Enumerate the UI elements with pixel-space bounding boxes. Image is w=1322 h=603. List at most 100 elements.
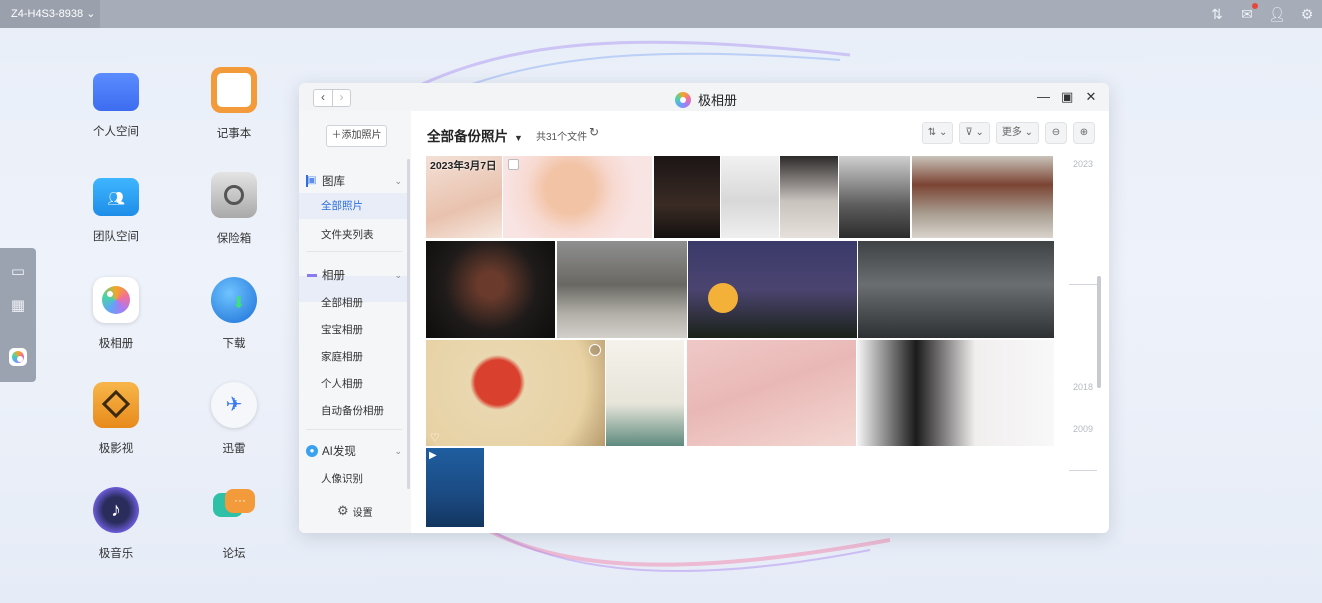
zoom-out-icon[interactable]: ⊖ — [1045, 122, 1067, 144]
app-safe[interactable]: 保险箱 — [194, 172, 274, 246]
photo-thumbnail[interactable] — [858, 241, 1054, 338]
app-music[interactable]: ♪ 极音乐 — [76, 487, 156, 561]
apps-grid-icon[interactable]: ▦ — [8, 296, 28, 316]
notepad-icon — [211, 67, 257, 113]
sidebar-divider — [306, 429, 402, 430]
photo-grid: ♡ ▶ — [426, 156, 1054, 528]
section-ai[interactable]: ● AI发现 ⌄ — [306, 442, 406, 460]
album-title-dropdown[interactable]: 全部备份照片 ▼ — [427, 125, 523, 145]
video-icon — [93, 382, 139, 428]
app-download[interactable]: ⬇ 下载 — [194, 277, 274, 351]
app-forum[interactable]: ··· 论坛 — [194, 487, 274, 561]
app-thunder[interactable]: ✈ 迅雷 — [194, 382, 274, 456]
photo-thumbnail[interactable] — [606, 340, 684, 446]
sidebar-item-face-recognition[interactable]: 人像识别 — [321, 471, 363, 486]
app-label: 记事本 — [216, 128, 252, 140]
app-label: 迅雷 — [222, 443, 246, 455]
gear-icon[interactable]: ⚙ — [1298, 5, 1316, 23]
video-thumbnail[interactable]: ▶ — [426, 448, 484, 527]
photo-thumbnail[interactable] — [912, 156, 1053, 238]
app-video[interactable]: 极影视 — [76, 382, 156, 456]
photo-thumbnail[interactable] — [654, 156, 720, 238]
app-label: 保险箱 — [216, 233, 252, 245]
music-icon: ♪ — [93, 487, 139, 533]
device-name[interactable]: Z4-H4S3-8938 ⌄ — [0, 0, 100, 28]
team-folder-icon: 👥︎ — [93, 178, 139, 216]
select-date-checkbox[interactable] — [508, 159, 519, 170]
photo-thumbnail[interactable] — [503, 156, 652, 238]
timeline-marker — [1069, 470, 1097, 471]
app-team-space[interactable]: 👥︎ 团队空间 — [76, 172, 156, 244]
sidebar-item-baby-album[interactable]: 宝宝相册 — [321, 322, 363, 337]
mail-icon[interactable]: ✉ — [1238, 3, 1258, 23]
photo-thumbnail[interactable] — [780, 156, 838, 238]
photo-thumbnail[interactable] — [557, 241, 687, 338]
device-name-label: Z4-H4S3-8938 — [11, 8, 84, 20]
more-button[interactable]: 更多 ⌄ — [995, 122, 1039, 144]
sort-button[interactable]: ⇅ ⌄ — [921, 122, 954, 144]
filter-button[interactable]: ⊽ ⌄ — [959, 122, 990, 144]
app-label: 论坛 — [222, 548, 246, 560]
close-button[interactable]: ✕ — [1085, 89, 1097, 105]
window-title-text: 极相册 — [698, 93, 738, 108]
photo-thumbnail[interactable] — [426, 241, 555, 338]
app-label: 极影视 — [98, 443, 134, 455]
select-photo-checkbox[interactable] — [589, 344, 601, 356]
photo-thumbnail[interactable] — [687, 340, 856, 446]
app-label: 极音乐 — [98, 548, 134, 560]
photo-thumbnail[interactable] — [688, 241, 857, 338]
photo-thumbnail[interactable] — [839, 156, 910, 238]
photo-thumbnail[interactable]: ♡ — [426, 340, 605, 446]
favorite-icon[interactable]: ♡ — [430, 431, 440, 444]
transfer-icon[interactable]: ⇅ — [1208, 5, 1226, 23]
album-icon: ▬ — [307, 269, 317, 280]
timeline-marker — [1069, 284, 1097, 285]
app-personal-space[interactable]: 个人空间 — [76, 67, 156, 139]
app-label: 个人空间 — [93, 126, 139, 138]
photo-thumbnail[interactable] — [857, 340, 1054, 446]
main-scrollbar[interactable] — [1097, 276, 1101, 388]
notification-dot — [1252, 3, 1258, 9]
photo-thumbnail[interactable] — [721, 156, 779, 238]
safe-icon — [211, 172, 257, 218]
back-button[interactable]: ‹ — [314, 90, 332, 106]
drive-icon[interactable]: ▭ — [8, 262, 28, 282]
maximize-button[interactable]: ▣ — [1061, 89, 1073, 105]
timeline-year: 2018 — [1073, 382, 1094, 392]
dock-photos-icon[interactable] — [9, 348, 27, 366]
app-notepad[interactable]: 记事本 — [194, 67, 274, 141]
app-label: 极相册 — [98, 338, 134, 350]
minimize-button[interactable]: — — [1037, 89, 1050, 105]
sidebar-divider — [306, 251, 402, 252]
timeline-scrubber[interactable]: 2023 2018 2009 — [1066, 156, 1101, 528]
sidebar-item-personal-album[interactable]: 个人相册 — [321, 376, 363, 391]
app-label: 团队空间 — [93, 231, 139, 243]
sidebar-item-all-photos[interactable]: 全部照片 — [299, 193, 407, 219]
left-dock: ▭ ▦ — [0, 248, 36, 382]
sidebar-item-folder-list[interactable]: 文件夹列表 — [321, 227, 374, 242]
sidebar-item-family-album[interactable]: 家庭相册 — [321, 349, 363, 364]
section-albums[interactable]: ▬ 相册 ⌄ — [306, 266, 406, 284]
zoom-in-icon[interactable]: ⊕ — [1073, 122, 1095, 144]
user-icon[interactable]: 👤︎ — [1268, 5, 1286, 23]
window-titlebar[interactable]: ‹ › 极相册 — ▣ ✕ — [299, 83, 1109, 111]
settings-button[interactable]: ⚙ 设置 — [337, 503, 373, 519]
file-count: 共31个文件 — [536, 132, 588, 143]
sidebar-item-all-albums[interactable]: 全部相册 — [321, 295, 363, 310]
download-icon: ⬇ — [211, 277, 257, 323]
folder-icon — [93, 73, 139, 111]
sidebar-item-auto-backup-album[interactable]: 自动备份相册 — [321, 403, 384, 418]
thunder-icon: ✈ — [211, 382, 257, 428]
photos-logo-icon — [675, 91, 691, 108]
app-photos[interactable]: 极相册 — [76, 277, 156, 351]
app-label: 下载 — [222, 338, 246, 350]
timeline-year: 2023 — [1073, 159, 1094, 169]
forum-icon: ··· — [211, 487, 257, 533]
gear-icon: ⚙ — [337, 503, 349, 518]
ai-icon: ● — [306, 445, 318, 457]
forward-button[interactable]: › — [332, 90, 350, 106]
refresh-icon[interactable]: ↻ — [589, 125, 599, 139]
window-title: 极相册 — [675, 90, 737, 109]
photos-icon — [93, 277, 139, 323]
top-bar: Z4-H4S3-8938 ⌄ ⇅ ✉ 👤︎ ⚙ — [0, 0, 1322, 28]
